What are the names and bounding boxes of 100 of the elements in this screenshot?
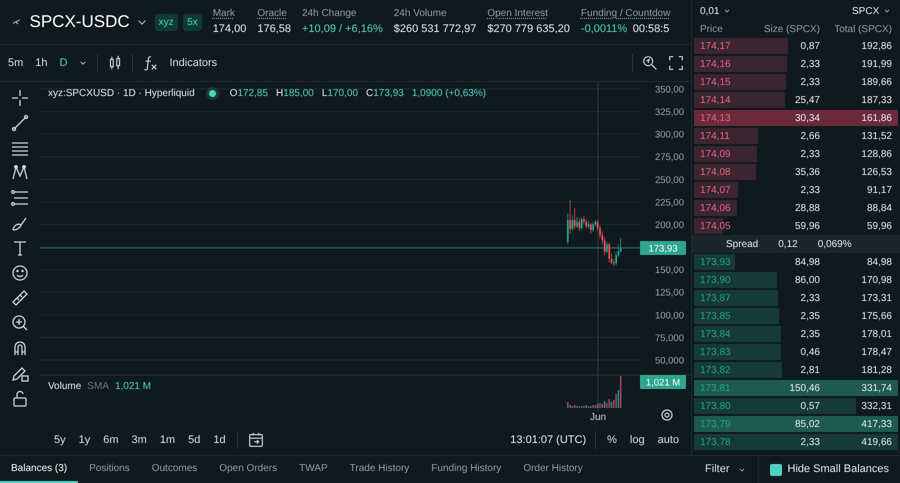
size-cell-text: 28,88 [794,202,820,216]
checkbox[interactable] [770,464,782,476]
crosshair-icon[interactable] [10,88,30,108]
size-cell-text: 2,35 [800,328,820,342]
order-row[interactable]: 173,83 0,46 178,47 [692,343,900,361]
order-row[interactable]: 174,17 0,87 192,86 [692,37,900,55]
ruler-icon[interactable] [10,288,30,308]
order-row[interactable]: 173,90 86,00 170,98 [692,271,900,289]
price-axis-label: 250,00 [654,174,684,186]
zoom-in-icon[interactable] [10,313,30,333]
order-row[interactable]: 174,07 2,33 91,17 [692,181,900,199]
size-cell-text: 35,36 [794,166,820,180]
total-cell-text: 88,84 [866,202,892,216]
size-cell-text: 59,96 [794,220,820,234]
price-cell-text: 174,11 [700,130,731,144]
price-axis-label: 150,00 [654,265,684,276]
order-row[interactable]: 174,11 2,66 131,52 [692,127,900,145]
range-button[interactable]: 1m [158,432,178,448]
size-cell-text: 2,33 [800,76,820,90]
column-header: Price [700,23,724,37]
price-cell-text: 173,83 [700,346,732,360]
order-row[interactable]: 173,78 2,33 419,66 [692,433,900,451]
settings-icon[interactable] [661,409,673,421]
calendar-icon[interactable] [246,431,265,449]
total-cell-text: 181,28 [860,364,892,378]
order-row[interactable]: 173,93 84,98 84,98 [692,253,900,271]
order-row[interactable]: 173,87 2,33 173,31 [692,289,900,307]
tab[interactable]: Outcomes [140,456,208,483]
size-cell-text: 2,33 [800,148,820,162]
total-cell-text: 187,33 [860,94,892,108]
filter-button[interactable]: Filter [703,461,732,478]
order-row[interactable]: 174,15 2,33 189,66 [692,73,900,91]
tab[interactable]: Balances (3) [0,456,78,483]
interval-tab[interactable]: 5m [6,54,26,72]
price-cell-text: 174,05 [700,220,732,234]
order-row[interactable]: 174,05 59,96 59,96 [692,217,900,235]
total-cell-text: 128,86 [860,148,892,162]
order-row[interactable]: 173,79 85,02 417,33 [692,415,900,433]
fib-lines-icon[interactable] [10,188,30,208]
function-icon[interactable] [141,54,160,72]
price-axis-label: 225,00 [654,197,684,208]
interval-tab[interactable]: 1h [33,54,50,72]
smiley-icon[interactable] [10,263,30,283]
asset-select[interactable]: SPCX [852,4,880,18]
checkbox-label: Hide Small Balances [788,462,889,478]
tab[interactable]: Funding History [420,456,512,483]
total-cell-text: 126,53 [860,166,892,180]
clock-text: 13:01:07 (UTC) [510,432,586,448]
tab[interactable]: TWAP [288,456,339,483]
interval-tab[interactable]: D [58,54,70,72]
order-row[interactable]: 174,08 35,36 126,53 [692,163,900,181]
range-button[interactable]: 5y [52,432,68,448]
market-tag: 5x [183,14,202,30]
size-cell-text: 25,47 [794,94,820,108]
order-row[interactable]: 174,09 2,33 128,86 [692,145,900,163]
price-cell-text: 173,78 [700,436,732,450]
total-cell-text: 91,17 [866,184,892,198]
price-axis-label: 125,00 [654,288,684,299]
tab[interactable]: Trade History [338,456,420,483]
range-button[interactable]: 3m [130,432,149,448]
total-cell-text: 161,86 [860,112,892,126]
scale-option[interactable]: log [628,432,647,448]
order-row[interactable]: 174,06 28,88 88,84 [692,199,900,217]
range-button[interactable]: 5d [186,432,202,448]
volume-value-label: 1,021 M [640,375,686,389]
price-cell-text: 174,17 [700,40,732,54]
tick-size[interactable]: 0,01 [700,4,720,18]
fullscreen-icon[interactable] [667,54,685,72]
trend-line-icon[interactable] [10,113,30,133]
range-button[interactable]: 1y [76,432,92,448]
order-row[interactable]: 174,13 30,34 161,86 [692,109,900,127]
total-cell-text: 173,31 [860,292,892,306]
price-cell-text: 173,81 [700,382,732,396]
tab[interactable]: Positions [78,456,141,483]
tab[interactable]: Order History [512,456,594,483]
size-cell-text: 0,87 [800,40,820,54]
size-cell-text: 2,33 [800,292,820,306]
stat-value: 176,58 [257,22,291,38]
order-row[interactable]: 174,14 25,47 187,33 [692,91,900,109]
price-cell-text: 174,16 [700,58,732,72]
order-row[interactable]: 173,84 2,35 178,01 [692,325,900,343]
scale-option[interactable]: auto [656,432,681,448]
candlestick-drawing [566,200,622,266]
price-cell-text: 174,06 [700,202,732,216]
scale-option[interactable]: % [605,432,619,448]
indicators-button[interactable]: Indicators [167,54,220,72]
price-cell-text: 174,15 [700,76,732,90]
order-row[interactable]: 174,16 2,33 191,99 [692,55,900,73]
size-cell-text: 86,00 [794,274,820,288]
total-cell-text: 191,99 [860,58,892,72]
order-row[interactable]: 173,82 2,81 181,28 [692,361,900,379]
tab[interactable]: Open Orders [208,456,288,483]
market-symbol: SPCX-USDC [30,11,130,34]
price-axis-label: 350,00 [654,84,684,96]
range-button[interactable]: 1d [211,432,228,448]
zoom-icon[interactable] [641,54,659,72]
range-button[interactable]: 6m [101,432,121,448]
order-row[interactable]: 173,85 2,35 175,66 [692,307,900,325]
size-cell-text: 2,66 [800,130,820,144]
order-row[interactable]: 173,81 150,46 331,74 [692,379,900,397]
